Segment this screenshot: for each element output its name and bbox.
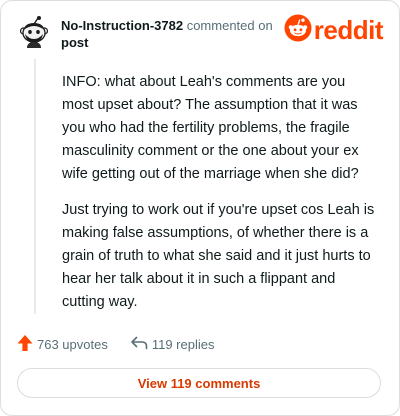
post-link[interactable]: post: [61, 35, 88, 50]
comment-paragraph: INFO: what about Leah's comments are you…: [62, 74, 359, 182]
comment-header: No-Instruction-3782 commented on post re…: [17, 14, 385, 55]
replies-count: 119 replies: [151, 336, 215, 352]
reddit-logo[interactable]: reddit: [284, 14, 384, 47]
view-comments-button[interactable]: View 119 comments: [17, 368, 381, 398]
reddit-wordmark: reddit: [313, 15, 384, 45]
comment-body: INFO: what about Leah's comments are you…: [62, 71, 380, 327]
comment-stats: 763 upvotes 119 replies: [17, 334, 214, 354]
reddit-snoo-icon: [284, 14, 312, 47]
embedded-comment-card: No-Instruction-3782 commented on post re…: [0, 0, 400, 416]
action-text: commented on: [186, 18, 273, 33]
snoo-avatar-icon[interactable]: [17, 15, 51, 49]
comment-paragraph: Just trying to work out if you're upset …: [62, 202, 375, 310]
upvote-arrow-icon: [17, 334, 33, 355]
replies-stat[interactable]: 119 replies: [130, 335, 215, 354]
thread-line: [34, 59, 36, 314]
reply-arrow-icon: [130, 335, 148, 354]
upvotes-stat[interactable]: 763 upvotes: [17, 334, 108, 355]
upvotes-count: 763 upvotes: [37, 336, 108, 352]
username-link[interactable]: No-Instruction-3782: [61, 18, 183, 33]
comment-meta: No-Instruction-3782 commented on post: [61, 17, 291, 51]
